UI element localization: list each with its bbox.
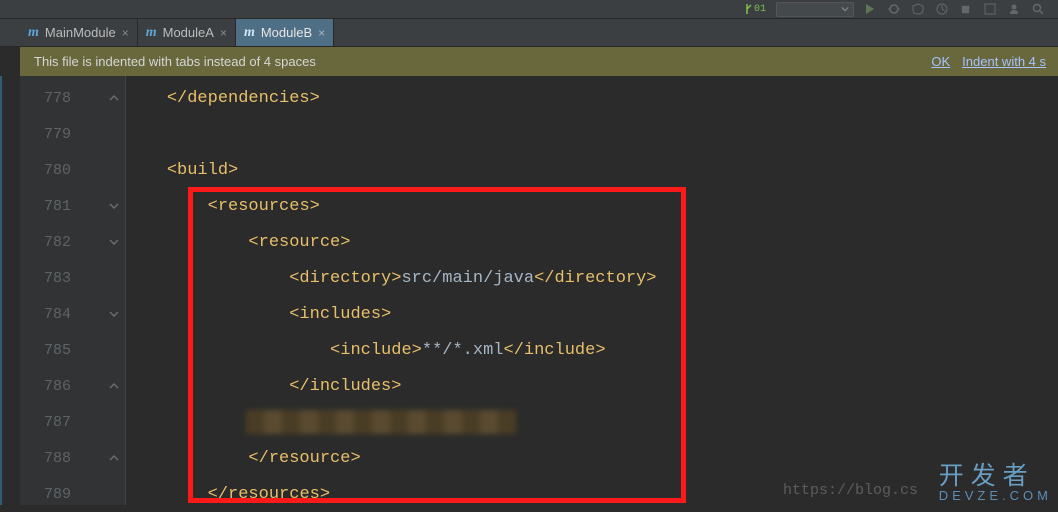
close-icon[interactable]: × — [318, 26, 325, 40]
gutter-line: 785 — [20, 332, 126, 368]
stop-icon[interactable] — [960, 2, 974, 16]
code-area[interactable]: </dependencies> <build> <resources> <res… — [126, 76, 1058, 505]
tool-icon-1[interactable] — [984, 2, 998, 16]
code-line[interactable]: </resources> — [126, 476, 1058, 512]
vcs-badge: 01 — [742, 4, 766, 15]
gutter-line: 788 — [20, 440, 126, 476]
watermark-logo: 开 发 者 DEVZE.COM — [939, 456, 1052, 503]
editor-tab-moduleb[interactable]: m ModuleB × — [236, 19, 334, 46]
fold-close-icon[interactable] — [108, 92, 120, 104]
notification-ok-link[interactable]: OK — [931, 54, 950, 69]
gutter-line: 780 — [20, 152, 126, 188]
debug-icon[interactable] — [888, 2, 902, 16]
watermark-url: https://blog.cs — [783, 482, 918, 499]
code-line[interactable] — [126, 116, 1058, 152]
top-toolbar: 01 — [0, 0, 1058, 19]
editor-tab-row: m MainModule × m ModuleA × m ModuleB × — [0, 19, 1058, 47]
fold-open-icon[interactable] — [108, 308, 120, 320]
code-line[interactable]: <includes> — [126, 296, 1058, 332]
close-icon[interactable]: × — [220, 26, 227, 40]
gutter-line: 779 — [20, 116, 126, 152]
fold-open-icon[interactable] — [108, 200, 120, 212]
code-line[interactable]: <build> — [126, 152, 1058, 188]
code-editor[interactable]: 778779780781782783784785786787788789 </d… — [20, 76, 1058, 505]
code-line[interactable]: <resources> — [126, 188, 1058, 224]
close-icon[interactable]: × — [122, 26, 129, 40]
gutter-line: 778 — [20, 80, 126, 116]
left-stripe — [0, 76, 2, 505]
notification-message: This file is indented with tabs instead … — [34, 54, 316, 69]
code-line[interactable]: <resource> — [126, 224, 1058, 260]
search-icon[interactable] — [1032, 2, 1046, 16]
fold-close-icon[interactable] — [108, 452, 120, 464]
maven-file-icon: m — [146, 25, 157, 41]
maven-file-icon: m — [244, 25, 255, 41]
code-line[interactable] — [126, 404, 1058, 440]
avatar-icon[interactable] — [1008, 2, 1022, 16]
gutter-line: 783 — [20, 260, 126, 296]
indent-notification: This file is indented with tabs instead … — [20, 47, 1058, 76]
tab-label: MainModule — [45, 25, 116, 40]
fold-open-icon[interactable] — [108, 236, 120, 248]
notification-indent-link[interactable]: Indent with 4 s — [962, 54, 1046, 69]
code-line[interactable]: </dependencies> — [126, 80, 1058, 116]
redacted-content — [246, 410, 516, 434]
run-icon[interactable] — [864, 2, 878, 16]
coverage-icon[interactable] — [912, 2, 926, 16]
editor-tab-modulea[interactable]: m ModuleA × — [138, 19, 236, 46]
code-line[interactable]: </resource> — [126, 440, 1058, 476]
gutter-line: 789 — [20, 476, 126, 512]
run-config-selector[interactable] — [776, 2, 854, 17]
profile-icon[interactable] — [936, 2, 950, 16]
gutter-line: 787 — [20, 404, 126, 440]
editor-tab-mainmodule[interactable]: m MainModule × — [20, 19, 138, 46]
code-line[interactable]: <include>**/*.xml</include> — [126, 332, 1058, 368]
gutter-line: 781 — [20, 188, 126, 224]
tab-label: ModuleA — [163, 25, 214, 40]
maven-file-icon: m — [28, 25, 39, 41]
gutter-line: 782 — [20, 224, 126, 260]
code-line[interactable]: <directory>src/main/java</directory> — [126, 260, 1058, 296]
gutter-line: 784 — [20, 296, 126, 332]
gutter-line: 786 — [20, 368, 126, 404]
tab-label: ModuleB — [261, 25, 312, 40]
fold-close-icon[interactable] — [108, 380, 120, 392]
line-number-gutter: 778779780781782783784785786787788789 — [20, 76, 126, 505]
code-line[interactable]: </includes> — [126, 368, 1058, 404]
